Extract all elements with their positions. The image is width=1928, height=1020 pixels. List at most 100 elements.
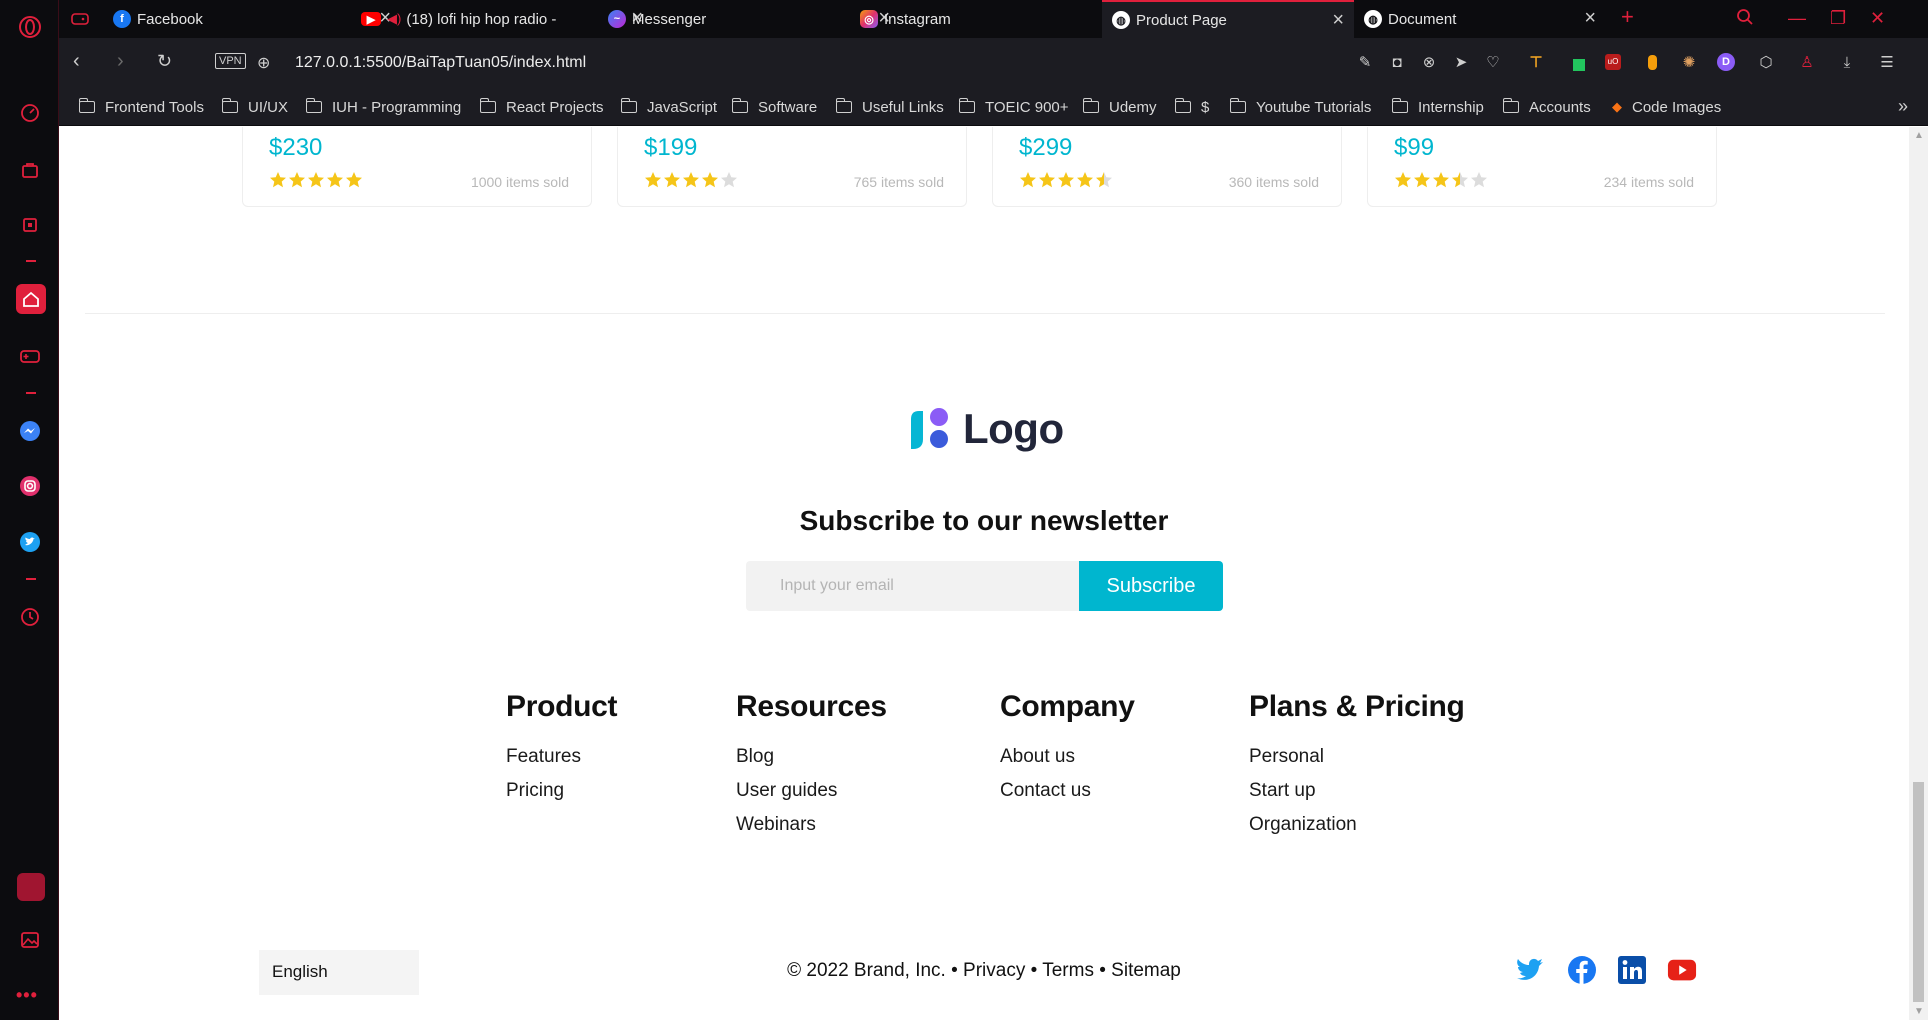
extension-bottle-icon[interactable]	[1642, 52, 1662, 72]
image-icon[interactable]	[17, 927, 43, 953]
block-icon[interactable]: ⊗	[1419, 52, 1439, 72]
history-icon[interactable]	[17, 604, 43, 630]
site-info-icon[interactable]: ⊕	[257, 53, 270, 73]
tab-messenger[interactable]: ~ Messenger ×	[608, 0, 900, 38]
scrollbar-thumb[interactable]	[1913, 782, 1924, 1002]
extension-green-icon[interactable]	[1566, 52, 1586, 72]
vpn-badge[interactable]: VPN	[215, 53, 246, 69]
tab-document[interactable]: ◍ Document ×	[1354, 0, 1606, 38]
bookmark-folder[interactable]: JavaScript	[621, 88, 717, 126]
bookmark-folder[interactable]: Software	[732, 88, 817, 126]
footer-link[interactable]: About us	[1000, 746, 1135, 768]
window-close-icon[interactable]: ✕	[1870, 8, 1885, 29]
bookmark-folder[interactable]: Frontend Tools	[79, 88, 204, 126]
instagram-sidebar-icon[interactable]	[17, 473, 43, 499]
url-field[interactable]: 127.0.0.1:5500/BaiTapTuan05/index.html	[295, 54, 586, 72]
gamepad-icon[interactable]	[17, 343, 43, 369]
cpu-limiter-icon[interactable]	[17, 212, 43, 238]
edit-icon[interactable]: ✎	[1355, 52, 1375, 72]
download-icon[interactable]: ⤓	[1837, 52, 1857, 72]
footer-link[interactable]: Features	[506, 746, 617, 768]
facebook-icon[interactable]	[1567, 955, 1597, 985]
messenger-sidebar-icon[interactable]	[17, 418, 43, 444]
youtube-icon[interactable]	[1667, 955, 1697, 985]
game-controller-icon[interactable]	[71, 0, 99, 38]
tab-title: Facebook	[137, 10, 203, 28]
bookmark-folder[interactable]: IUH - Programming	[306, 88, 461, 126]
tab-title: Document	[1388, 10, 1457, 28]
footer-link[interactable]: Start up	[1249, 780, 1465, 802]
twitter-icon[interactable]	[1516, 955, 1546, 985]
easy-setup-icon[interactable]: ☰	[1877, 52, 1897, 72]
product-card[interactable]: $99 234 items sold	[1367, 127, 1717, 207]
linkedin-icon[interactable]	[1617, 955, 1647, 985]
profile-icon[interactable]: ♙	[1797, 52, 1817, 72]
forward-icon[interactable]: ›	[117, 50, 124, 73]
footer-link[interactable]: Contact us	[1000, 780, 1135, 802]
close-icon[interactable]: ×	[1332, 9, 1344, 32]
footer-column-plans: Plans & Pricing Personal Start up Organi…	[1249, 690, 1465, 848]
camera-icon[interactable]: ◘	[1387, 52, 1407, 72]
folder-icon	[1175, 98, 1191, 113]
cookie-icon[interactable]: ✺	[1679, 52, 1699, 72]
terms-link[interactable]: Terms	[1042, 960, 1094, 981]
bookmark-link[interactable]: ◆ Code Images	[1612, 88, 1721, 126]
page-scrollbar[interactable]: ▲ ▼	[1909, 127, 1928, 1020]
product-card[interactable]: $230 1000 items sold	[242, 127, 592, 207]
home-icon[interactable]	[16, 284, 46, 314]
bookmark-folder[interactable]: Youtube Tutorials	[1230, 88, 1371, 126]
back-icon[interactable]: ‹	[73, 50, 80, 73]
opera-logo-icon[interactable]	[17, 14, 43, 40]
privacy-link[interactable]: Privacy	[963, 960, 1025, 981]
minimize-icon[interactable]: —	[1788, 8, 1806, 29]
footer-link[interactable]: Webinars	[736, 814, 887, 836]
bookmarks-overflow-icon[interactable]: »	[1898, 96, 1908, 117]
product-price: $199	[644, 134, 698, 161]
ublock-icon[interactable]: uO	[1603, 52, 1623, 72]
sitemap-link[interactable]: Sitemap	[1111, 960, 1181, 981]
send-icon[interactable]: ➤	[1451, 52, 1471, 72]
footer-link[interactable]: Pricing	[506, 780, 617, 802]
bookmark-folder[interactable]: Udemy	[1083, 88, 1157, 126]
tab-facebook[interactable]: f Facebook ×	[111, 0, 401, 38]
extension-d-icon[interactable]: D	[1716, 52, 1736, 72]
restore-icon[interactable]: ❐	[1830, 8, 1846, 29]
cube-icon[interactable]: ⬡	[1756, 52, 1776, 72]
bookmark-label: Udemy	[1109, 98, 1157, 116]
extension-square-icon[interactable]	[17, 873, 45, 901]
bookmark-folder[interactable]: Useful Links	[836, 88, 944, 126]
bookmark-folder[interactable]: Internship	[1392, 88, 1484, 126]
bookmark-folder[interactable]: $	[1175, 88, 1209, 126]
bookmark-folder[interactable]: TOEIC 900+	[959, 88, 1069, 126]
audio-playing-icon[interactable]: ◀)	[387, 11, 401, 27]
tab-product-page[interactable]: ◍ Product Page ×	[1102, 0, 1354, 38]
product-card[interactable]: $199 765 items sold	[617, 127, 967, 207]
reload-icon[interactable]: ↻	[157, 51, 172, 72]
twitter-sidebar-icon[interactable]	[17, 529, 43, 555]
footer-link[interactable]: Blog	[736, 746, 887, 768]
folder-icon	[222, 98, 238, 113]
heart-icon[interactable]: ♡	[1483, 52, 1503, 72]
email-input[interactable]	[746, 561, 1079, 611]
footer-link[interactable]: Personal	[1249, 746, 1465, 768]
speed-dial-icon[interactable]	[17, 100, 43, 126]
new-tab-icon[interactable]: +	[1621, 4, 1634, 30]
search-tabs-icon[interactable]	[1736, 8, 1754, 31]
subscribe-button[interactable]: Subscribe	[1079, 561, 1223, 611]
close-icon[interactable]: ×	[1584, 7, 1596, 30]
scroll-down-icon[interactable]: ▼	[1914, 1006, 1924, 1017]
bookmark-folder[interactable]: Accounts	[1503, 88, 1591, 126]
scroll-up-icon[interactable]: ▲	[1914, 130, 1924, 141]
youtube-icon: ▶	[361, 12, 381, 26]
extension-tool-icon[interactable]: ⊤	[1526, 52, 1546, 72]
footer-link[interactable]: User guides	[736, 780, 887, 802]
bookmark-folder[interactable]: UI/UX	[222, 88, 288, 126]
footer-link[interactable]: Organization	[1249, 814, 1465, 836]
bookmark-label: Software	[758, 98, 818, 116]
product-card[interactable]: $299 360 items sold	[992, 127, 1342, 207]
bookmark-folder[interactable]: React Projects	[480, 88, 604, 126]
footer-logo[interactable]: Logo	[907, 405, 1064, 453]
more-options-icon[interactable]: •••	[16, 985, 38, 1006]
tab-bar: f Facebook × ▶ ◀) (18) lofi hip hop radi…	[59, 0, 1928, 38]
shopping-icon[interactable]	[17, 157, 43, 183]
